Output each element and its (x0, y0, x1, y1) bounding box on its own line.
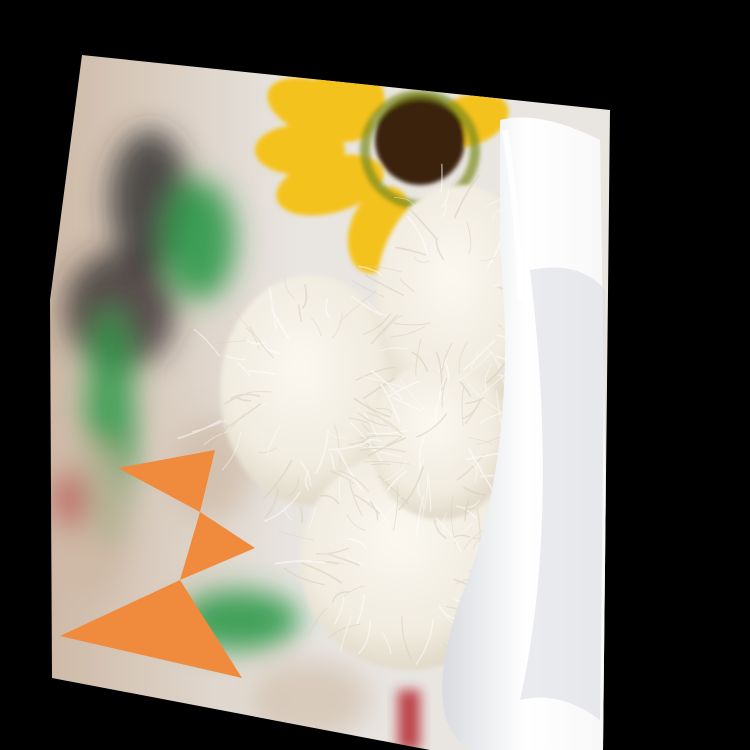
red-accent (398, 690, 420, 750)
photo-scene (0, 0, 750, 750)
fiber-strand (440, 163, 443, 193)
